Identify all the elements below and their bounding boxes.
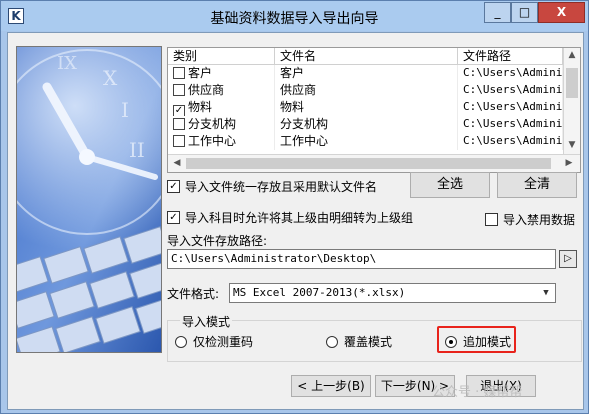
scroll-up-icon[interactable]: ▲	[564, 50, 580, 60]
filename-cell: 分支机构	[275, 116, 458, 133]
row-checkbox[interactable]: ✓	[173, 105, 185, 116]
category-cell: ✓ 物料	[168, 99, 275, 116]
row-checkbox[interactable]	[173, 118, 185, 130]
horizontal-scrollbar[interactable]: ◀ ▶	[168, 154, 580, 172]
select-all-button[interactable]: 全选	[410, 172, 490, 198]
row-checkbox[interactable]	[173, 67, 185, 79]
browse-folder-icon[interactable]: ▷	[559, 250, 577, 268]
svg-text:IX: IX	[57, 53, 77, 74]
path-cell: C:\Users\Adminis	[458, 65, 563, 82]
column-header-filename[interactable]: 文件名	[275, 48, 458, 65]
list-row[interactable]: 供应商 供应商 C:\Users\Adminis	[168, 82, 563, 99]
wizard-body: X I II IX 类别 文件名 文件路径 客户 客户 C:\Users\Adm…	[7, 32, 584, 410]
chevron-down-icon[interactable]: ▼	[538, 285, 554, 301]
filename-cell: 工作中心	[275, 133, 458, 150]
watermark: 公众号 · 媒帮帮	[432, 385, 523, 400]
format-select-value: MS Excel 2007-2013(*.xlsx)	[233, 286, 406, 299]
column-header-path[interactable]: 文件路径	[458, 48, 563, 65]
allow-upgrade-label: 导入科目时允许将其上级由明细转为上级组	[185, 211, 414, 225]
path-cell: C:\Users\Adminis	[458, 133, 563, 150]
svg-text:X: X	[103, 66, 118, 90]
vertical-scrollbar[interactable]: ▲ ▼	[563, 48, 580, 155]
radio-append[interactable]: 追加模式	[445, 333, 511, 350]
category-cell: 工作中心	[168, 133, 275, 150]
title-bar[interactable]: K 基础资料数据导入导出向导 _ □ X	[1, 1, 588, 31]
clear-all-button[interactable]: 全清	[497, 172, 577, 198]
default-filename-label: 导入文件统一存放且采用默认文件名	[185, 180, 378, 194]
path-cell: C:\Users\Adminis	[458, 82, 563, 99]
filename-cell: 物料	[275, 99, 458, 116]
list-row[interactable]: ✓ 物料 物料 C:\Users\Adminis	[168, 99, 563, 116]
category-cell: 客户	[168, 65, 275, 82]
list-row[interactable]: 分支机构 分支机构 C:\Users\Adminis	[168, 116, 563, 133]
checkbox-box[interactable]: ✓	[167, 211, 180, 224]
data-category-list[interactable]: 类别 文件名 文件路径 客户 客户 C:\Users\Adminis 供应商 供…	[167, 47, 581, 173]
row-checkbox[interactable]	[173, 84, 185, 96]
checkbox-box[interactable]	[485, 213, 498, 226]
path-input[interactable]: C:\Users\Administrator\Desktop\	[167, 249, 556, 269]
radio-label: 仅检测重码	[193, 335, 254, 349]
format-select[interactable]: MS Excel 2007-2013(*.xlsx) ▼	[229, 283, 556, 303]
radio-label: 覆盖模式	[344, 335, 393, 349]
prev-button[interactable]: < 上一步(B)	[291, 375, 371, 397]
maximize-button[interactable]: □	[511, 2, 538, 23]
default-filename-checkbox[interactable]: ✓ 导入文件统一存放且采用默认文件名	[167, 178, 377, 195]
radio-dot[interactable]	[175, 335, 187, 348]
column-header-category[interactable]: 类别	[168, 48, 275, 65]
allow-upgrade-checkbox[interactable]: ✓ 导入科目时允许将其上级由明细转为上级组	[167, 209, 413, 226]
filename-cell: 客户	[275, 65, 458, 82]
import-mode-title: 导入模式	[180, 313, 233, 330]
wizard-window: K 基础资料数据导入导出向导 _ □ X X I II IX 类别 文件名 文件…	[0, 0, 589, 414]
checkbox-box[interactable]: ✓	[167, 180, 180, 193]
category-cell: 供应商	[168, 82, 275, 99]
svg-text:I: I	[121, 98, 129, 122]
category-label: 工作中心	[188, 134, 237, 148]
category-label: 分支机构	[188, 117, 237, 131]
import-disabled-label: 导入禁用数据	[503, 213, 576, 227]
category-label: 物料	[188, 100, 213, 114]
filename-cell: 供应商	[275, 82, 458, 99]
svg-text:II: II	[129, 138, 145, 162]
scroll-down-icon[interactable]: ▼	[564, 140, 580, 150]
scroll-left-icon[interactable]: ◀	[169, 158, 185, 168]
list-row[interactable]: 工作中心 工作中心 C:\Users\Adminis	[168, 133, 563, 155]
path-label: 导入文件存放路径:	[167, 234, 268, 248]
row-checkbox[interactable]	[173, 135, 185, 147]
radio-check-duplicate[interactable]: 仅检测重码	[175, 333, 253, 350]
category-label: 客户	[188, 66, 213, 80]
vertical-scroll-thumb[interactable]	[566, 68, 578, 98]
radio-dot[interactable]	[445, 335, 457, 348]
format-label: 文件格式:	[167, 287, 220, 301]
category-cell: 分支机构	[168, 116, 275, 133]
close-button[interactable]: X	[538, 2, 585, 23]
horizontal-scroll-thumb[interactable]	[186, 158, 551, 169]
path-cell: C:\Users\Adminis	[458, 116, 563, 133]
import-disabled-checkbox[interactable]: 导入禁用数据	[485, 211, 575, 228]
clock-illustration: X I II IX	[16, 46, 162, 353]
radio-dot[interactable]	[326, 335, 338, 348]
scroll-right-icon[interactable]: ▶	[561, 158, 577, 168]
list-row[interactable]: 客户 客户 C:\Users\Adminis	[168, 65, 563, 82]
radio-overwrite[interactable]: 覆盖模式	[326, 333, 392, 350]
minimize-button[interactable]: _	[484, 2, 511, 23]
path-cell: C:\Users\Adminis	[458, 99, 563, 116]
radio-label: 追加模式	[463, 335, 512, 349]
category-label: 供应商	[188, 83, 225, 97]
